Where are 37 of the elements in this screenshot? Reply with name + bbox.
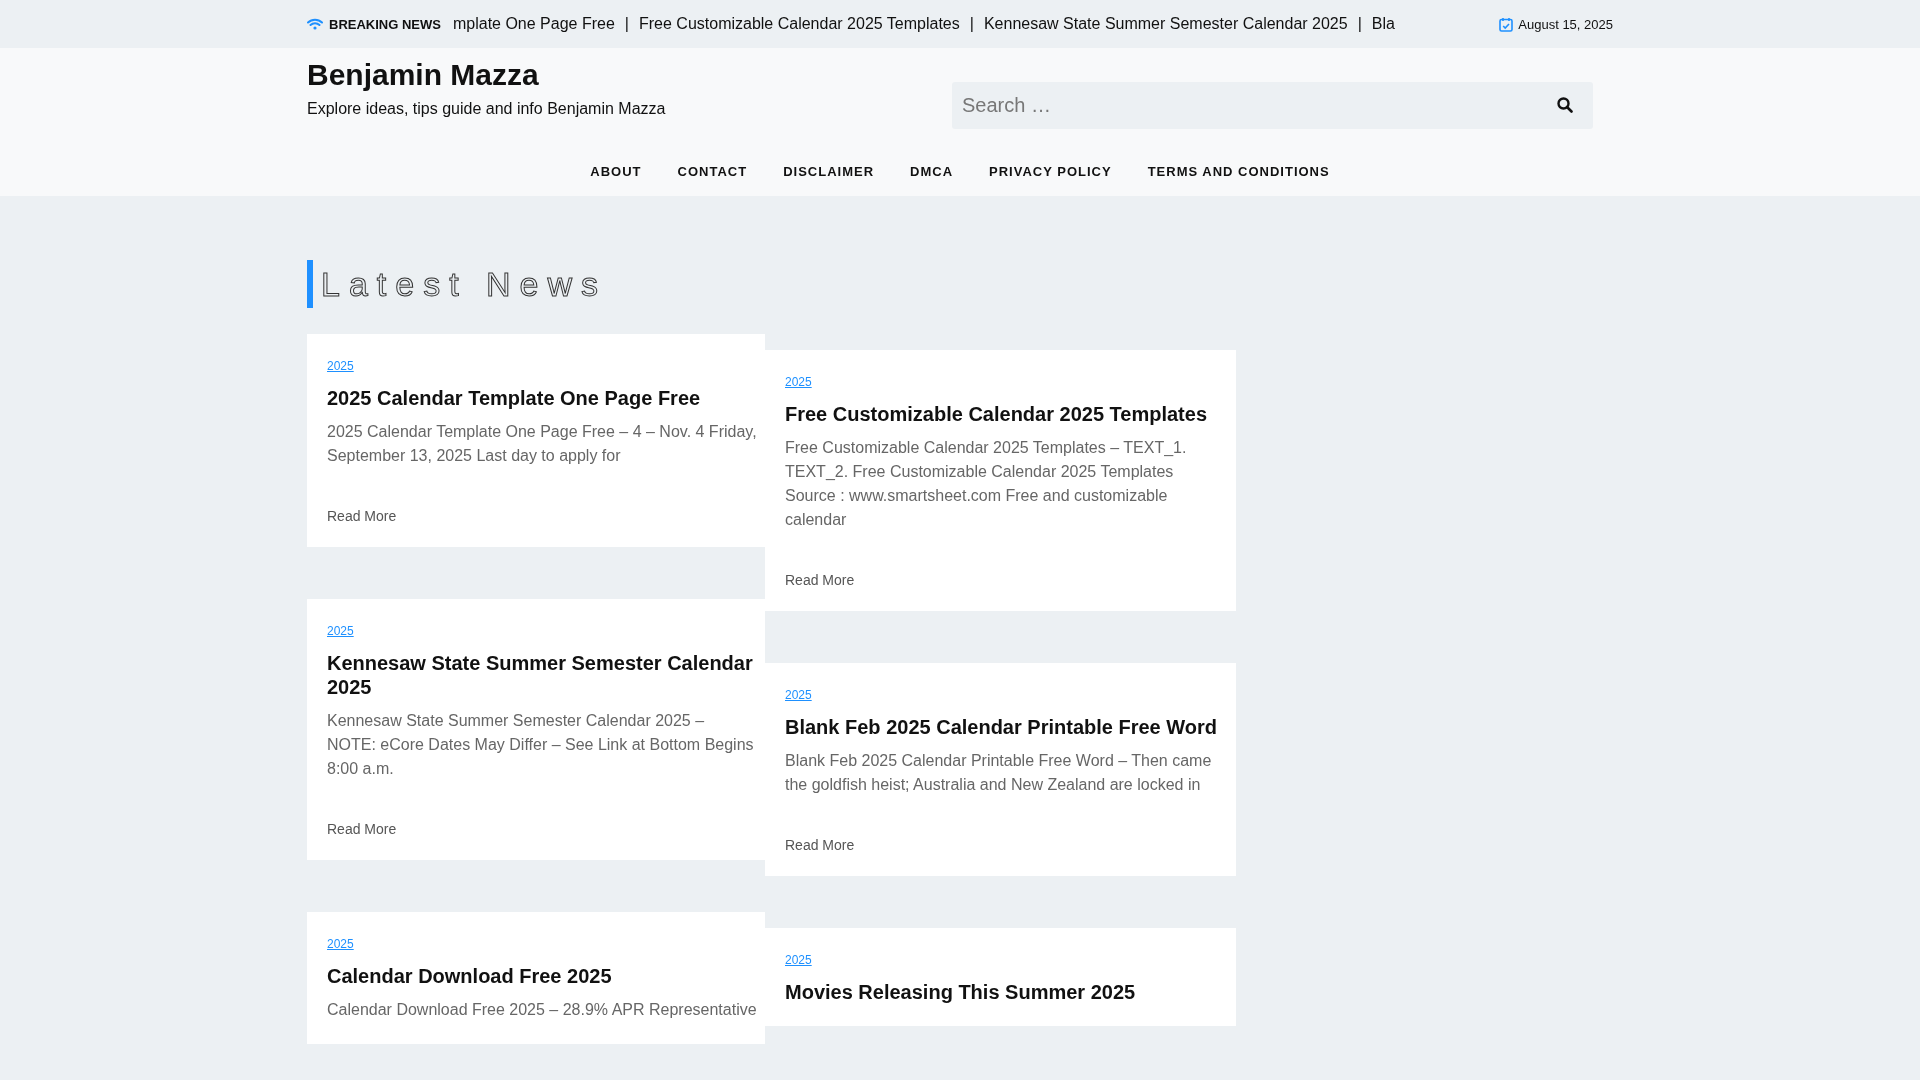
post-title[interactable]: 2025 Calendar Template One Page Free (327, 386, 757, 410)
post-title[interactable]: Free Customizable Calendar 2025 Templates (785, 402, 1228, 426)
read-more-link[interactable]: Read More (785, 837, 855, 853)
post-title[interactable]: Kennesaw State Summer Semester Calendar 2025 (327, 651, 757, 699)
ticker-link[interactable]: Bla (1371, 15, 1395, 33)
read-more-link[interactable]: Read More (785, 572, 855, 588)
nav-link[interactable]: DISCLAIMER (765, 163, 893, 179)
ticker-link[interactable]: Free Customizable Calendar 2025 Templates (639, 15, 960, 33)
post-title[interactable]: Blank Feb 2025 Calendar Printable Free Word (785, 715, 1228, 739)
site-tagline: Explore ideas, tips guide and info Benjamin Mazza (307, 100, 666, 118)
post-excerpt: Blank Feb 2025 Calendar Printable Free Word – Then came the goldfish heist; Australia and New Zealand are locked in (785, 751, 1213, 795)
search-field[interactable]: Search … (952, 82, 1593, 129)
calendar-icon (1499, 16, 1514, 32)
site-title[interactable]: Benjamin Mazza (307, 56, 666, 94)
section-title: Latest News (307, 260, 608, 308)
nav-link[interactable]: PRIVACY POLICY (971, 163, 1130, 179)
date-text: August 15, 2025 (1518, 16, 1613, 32)
ticker-separator: | (624, 15, 629, 33)
ticker-separator: | (969, 15, 974, 33)
search-icon[interactable] (1557, 97, 1573, 113)
nav-link[interactable]: CONTACT (659, 163, 766, 179)
post-title[interactable]: Movies Releasing This Summer 2025 (785, 980, 1228, 1004)
post-excerpt: Calendar Download Free 2025 – 28.9% APR Representative (327, 1000, 757, 1020)
post-excerpt: Free Customizable Calendar 2025 Templates – TEXT_1. TEXT_2. Free Customizable Calendar 2025 Templates Source : www.smartsheet.com Free and customizable calendar (785, 438, 1188, 530)
nav-link[interactable]: DMCA (892, 163, 972, 179)
nav-link[interactable]: TERMS AND CONDITIONS (1129, 163, 1348, 179)
nav-link[interactable]: ABOUT (572, 163, 660, 179)
post-excerpt: 2025 Calendar Template One Page Free – 4 – Nov. 4 Friday, September 13, 2025 Last day to apply for (327, 422, 757, 466)
post-title[interactable]: Calendar Download Free 2025 (327, 964, 757, 988)
ticker-link[interactable]: mplate One Page Free (452, 15, 615, 33)
read-more-link[interactable]: Read More (327, 508, 397, 524)
post-excerpt: Kennesaw State Summer Semester Calendar 2025 – NOTE: eCore Dates May Differ – See Link at Bottom Begins 8:00 a.m. (327, 711, 755, 779)
breaking-news-label: BREAKING NEWS (329, 16, 441, 32)
read-more-link[interactable]: Read More (327, 821, 397, 837)
wifi-icon (307, 18, 323, 30)
ticker-separator: | (1357, 15, 1362, 33)
ticker-link[interactable]: Kennesaw State Summer Semester Calendar 2025 (983, 15, 1348, 33)
